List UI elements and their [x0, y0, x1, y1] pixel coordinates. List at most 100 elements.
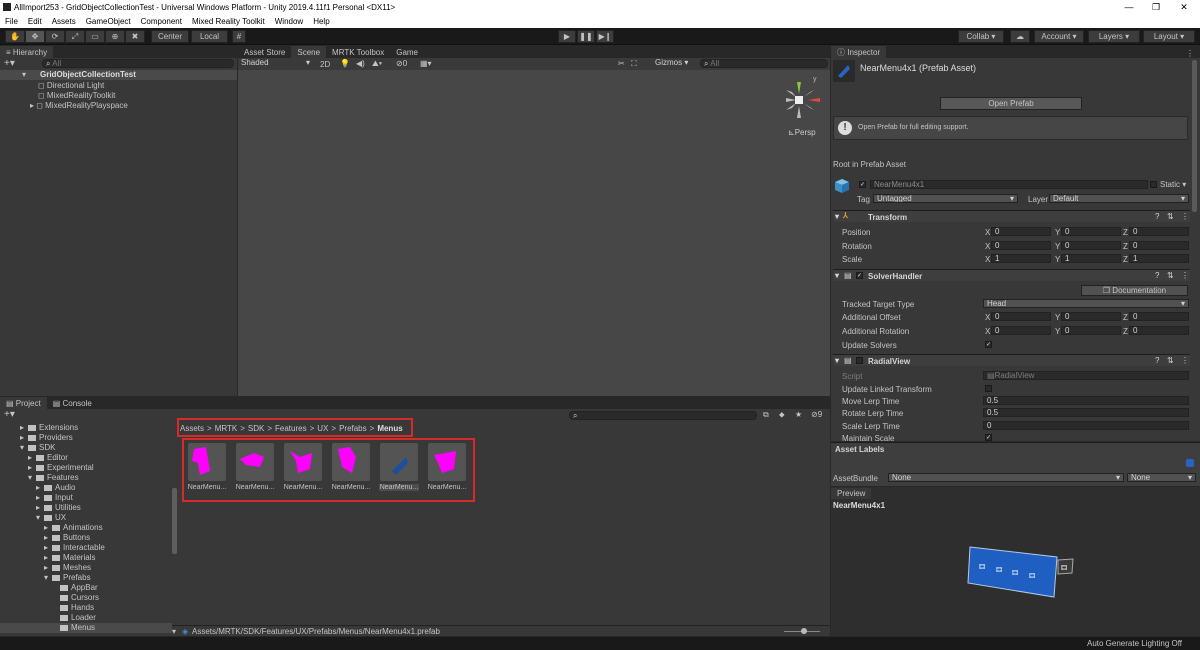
- static-label[interactable]: Static ▾: [1160, 180, 1186, 189]
- tab-project[interactable]: ▤ Project: [0, 397, 47, 409]
- tab-asset-store[interactable]: Asset Store: [238, 46, 291, 58]
- position-y-field[interactable]: 0: [1061, 227, 1121, 236]
- menu-component[interactable]: Component: [141, 17, 182, 26]
- folder-tree-item[interactable]: ▾ SDK: [0, 443, 172, 453]
- addrot-y-field[interactable]: 0: [1061, 326, 1121, 335]
- scene-search-input[interactable]: ⌕ All: [700, 59, 828, 68]
- menu-assets[interactable]: Assets: [52, 17, 76, 26]
- scene-expand-icon[interactable]: ▾: [22, 70, 26, 79]
- prefab-thumbnail[interactable]: [188, 443, 226, 481]
- camera-icon[interactable]: ⛶: [631, 59, 637, 69]
- prefab-thumbnail[interactable]: [428, 443, 466, 481]
- help-icon[interactable]: ?: [1155, 356, 1159, 365]
- folder-tree-item[interactable]: ▸ Editor: [0, 453, 172, 463]
- menu-mrtk[interactable]: Mixed Reality Toolkit: [192, 17, 265, 26]
- collapse-arrow-icon[interactable]: ▾: [835, 212, 839, 221]
- layers-dropdown[interactable]: Layers ▾: [1088, 30, 1140, 43]
- preset-icon[interactable]: ⇅: [1167, 271, 1174, 280]
- prefab-name[interactable]: NearMenu...: [331, 484, 371, 491]
- transform-tool-icon[interactable]: ⊕: [105, 30, 125, 43]
- tracked-target-dropdown[interactable]: Head ▾: [983, 299, 1189, 308]
- expand-arrow-icon[interactable]: ▸: [28, 463, 32, 472]
- move-tool-icon[interactable]: ✥: [25, 30, 45, 43]
- folder-tree-item[interactable]: ▸ Interactable: [0, 543, 172, 553]
- rect-tool-icon[interactable]: ▭: [85, 30, 105, 43]
- menu-window[interactable]: Window: [275, 17, 303, 26]
- add-icon[interactable]: +▾: [4, 58, 15, 69]
- project-search-input[interactable]: ⌕: [569, 411, 757, 420]
- preset-icon[interactable]: ⇅: [1167, 212, 1174, 221]
- component-menu-icon[interactable]: ⋮: [1181, 356, 1189, 365]
- pivot-local-button[interactable]: Local: [191, 30, 228, 43]
- expand-arrow-icon[interactable]: ▸: [44, 563, 48, 572]
- hierarchy-item[interactable]: ◻ MixedRealityToolkit: [38, 91, 115, 100]
- folder-tree-item[interactable]: ▾ Features: [0, 473, 172, 483]
- menu-gameobject[interactable]: GameObject: [86, 17, 131, 26]
- documentation-button[interactable]: ❐ Documentation: [1081, 285, 1188, 296]
- folder-tree-item[interactable]: Hands: [0, 603, 172, 613]
- expand-arrow-icon[interactable]: ▾: [28, 473, 32, 482]
- help-icon[interactable]: ?: [1155, 271, 1159, 280]
- expand-arrow-icon[interactable]: ▸: [44, 523, 48, 532]
- folder-tree-item[interactable]: Cursors: [0, 593, 172, 603]
- account-dropdown[interactable]: Account ▾: [1034, 30, 1084, 43]
- pause-button[interactable]: ❚❚: [577, 30, 595, 43]
- tab-scene[interactable]: Scene: [291, 46, 327, 58]
- hierarchy-item[interactable]: ◻ Directional Light: [38, 81, 104, 90]
- folder-tree-item[interactable]: ▸ Materials: [0, 553, 172, 563]
- folder-tree-item[interactable]: ▸ Utilities: [0, 503, 172, 513]
- move-lerp-field[interactable]: 0.5: [983, 396, 1189, 405]
- expand-arrow-icon[interactable]: ▸: [20, 433, 24, 442]
- tab-game[interactable]: Game: [390, 46, 424, 58]
- radialview-enabled-checkbox[interactable]: [856, 357, 863, 364]
- menu-help[interactable]: Help: [313, 17, 329, 26]
- position-z-field[interactable]: 0: [1129, 227, 1189, 236]
- hidden-packages-icon[interactable]: ⊘9: [811, 410, 822, 419]
- grid-snap-icon[interactable]: #: [232, 30, 246, 43]
- prefab-thumbnail[interactable]: [284, 443, 322, 481]
- rotate-lerp-field[interactable]: 0.5: [983, 408, 1189, 417]
- component-menu-icon[interactable]: ⋮: [1181, 212, 1189, 221]
- play-button[interactable]: ▶: [558, 30, 576, 43]
- tab-mrtk-toolbox[interactable]: MRTK Toolbox: [326, 46, 390, 58]
- prefab-thumbnail[interactable]: [380, 443, 418, 481]
- scale-x-field[interactable]: 1: [991, 254, 1051, 263]
- tab-inspector[interactable]: ⓘ Inspector: [831, 46, 887, 58]
- folder-tree-item[interactable]: AppBar: [0, 583, 172, 593]
- position-x-field[interactable]: 0: [991, 227, 1051, 236]
- folder-tree-item[interactable]: ▸ Audio: [0, 483, 172, 493]
- solverhandler-header[interactable]: ▾ ▤ ✓ SolverHandler ? ⇅ ⋮: [833, 269, 1190, 281]
- prefab-name[interactable]: NearMenu...: [427, 484, 467, 491]
- addrot-x-field[interactable]: 0: [991, 326, 1051, 335]
- folder-tree-item[interactable]: ▸ Buttons: [0, 533, 172, 543]
- expand-arrow-icon[interactable]: ▸: [36, 483, 40, 492]
- static-checkbox[interactable]: [1150, 181, 1157, 188]
- variant-dropdown[interactable]: None ▾: [1127, 473, 1196, 482]
- scale-tool-icon[interactable]: ⤢: [65, 30, 85, 43]
- expand-arrow-icon[interactable]: ▸: [44, 553, 48, 562]
- tab-hierarchy[interactable]: ≡ Hierarchy: [0, 46, 54, 58]
- component-menu-icon[interactable]: ⋮: [1181, 271, 1189, 280]
- filter-label-icon[interactable]: ⬥: [779, 410, 785, 420]
- expand-arrow-icon[interactable]: ▾: [44, 573, 48, 582]
- assetbundle-dropdown[interactable]: None ▾: [888, 473, 1124, 482]
- tag-dropdown[interactable]: Untagged ▾: [873, 194, 1018, 203]
- expand-arrow-icon[interactable]: ▸: [44, 533, 48, 542]
- update-solvers-checkbox[interactable]: ✓: [985, 341, 992, 348]
- open-prefab-button[interactable]: Open Prefab: [940, 97, 1082, 110]
- collapse-arrow-icon[interactable]: ▾: [835, 271, 839, 280]
- tree-scrollbar[interactable]: [172, 488, 177, 554]
- folder-tree-item[interactable]: ▸ Animations: [0, 523, 172, 533]
- tools-icon[interactable]: ✂: [618, 59, 625, 68]
- step-button[interactable]: ▶❙: [596, 30, 614, 43]
- filter-type-icon[interactable]: ⧉: [763, 410, 769, 420]
- expand-arrow-icon[interactable]: ▸: [36, 503, 40, 512]
- folder-tree-item[interactable]: ▾ Prefabs: [0, 573, 172, 583]
- hand-tool-icon[interactable]: ✋: [5, 30, 25, 43]
- collab-button[interactable]: Collab ▾: [958, 30, 1004, 43]
- persp-label[interactable]: ⊾Persp: [788, 128, 816, 137]
- prefab-name[interactable]: NearMenu...: [283, 484, 323, 491]
- scale-lerp-field[interactable]: 0: [983, 421, 1189, 430]
- folder-tree-item[interactable]: Loader: [0, 613, 172, 623]
- folder-tree-item[interactable]: ▸ Experimental: [0, 463, 172, 473]
